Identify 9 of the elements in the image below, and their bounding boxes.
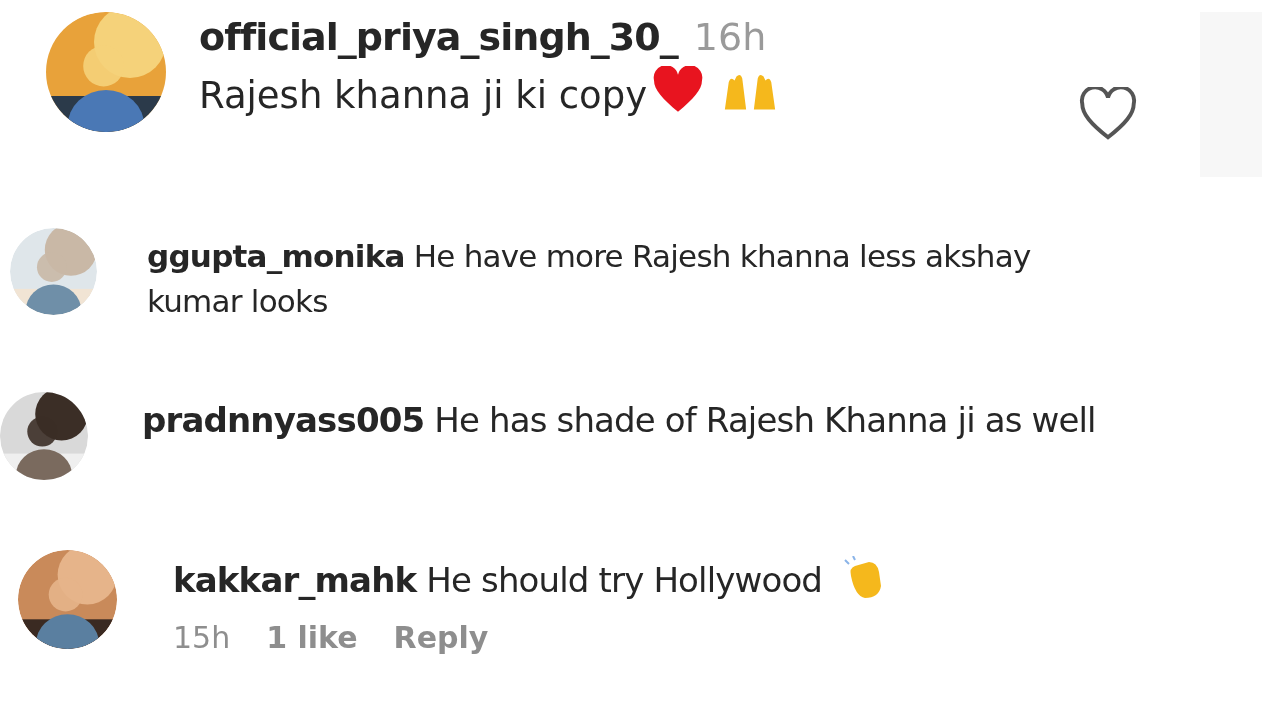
comment-time: 16h bbox=[693, 14, 767, 61]
comment-text: ggupta_monika He have more Rajesh khanna less akshay kumar looks bbox=[147, 237, 1032, 321]
comment-text: pradnnyass005 He has shade of Rajesh Khanna ji as well bbox=[142, 399, 1096, 442]
like-count: 1 like bbox=[266, 619, 358, 658]
comment-text: Rajesh khanna ji ki copy bbox=[199, 74, 648, 117]
username[interactable]: official_priya_singh_30_ bbox=[199, 12, 678, 62]
comment-time: 15h bbox=[173, 619, 231, 658]
like-button[interactable] bbox=[1078, 87, 1138, 141]
comment-text: kakkar_mahk He should try Hollywood bbox=[173, 559, 823, 602]
